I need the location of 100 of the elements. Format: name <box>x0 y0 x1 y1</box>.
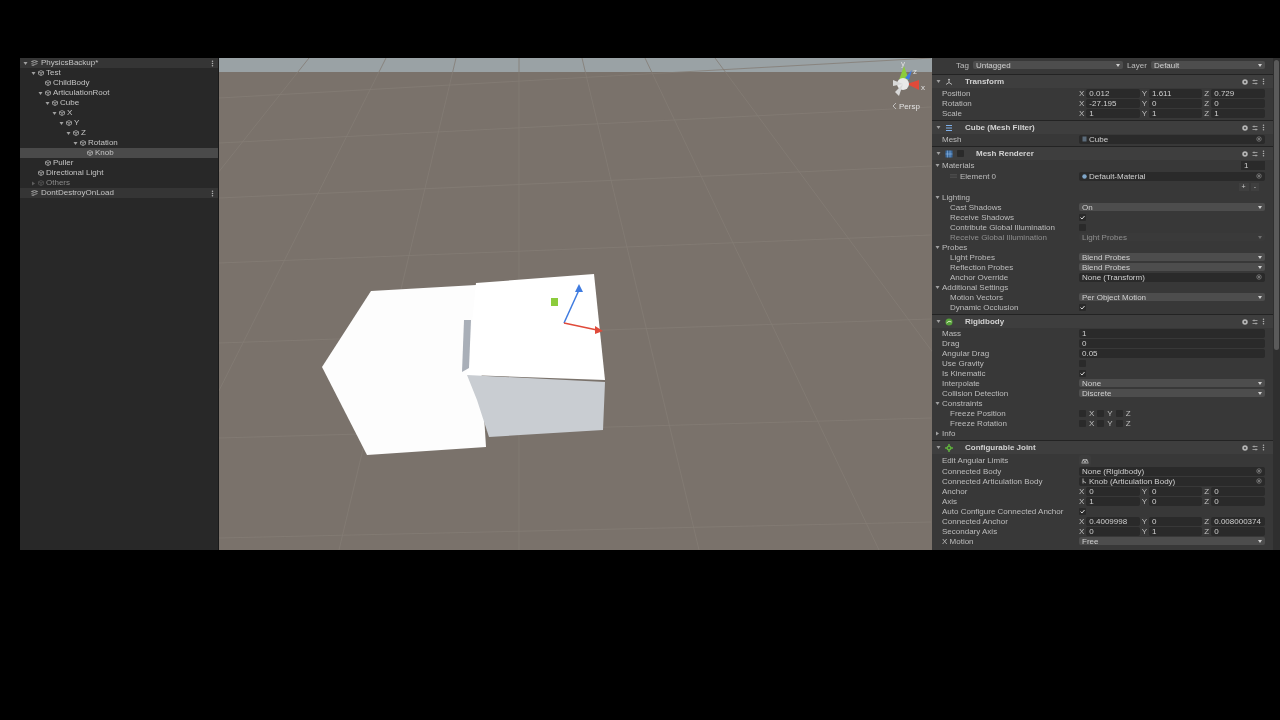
number-field[interactable]: 0 <box>1086 486 1140 496</box>
sliders-icon[interactable] <box>1252 78 1258 85</box>
hierarchy-item[interactable]: ChildBody <box>20 78 218 88</box>
component-header[interactable]: Configurable Joint <box>932 440 1273 454</box>
number-field[interactable]: 1 <box>1211 108 1265 118</box>
sliders-icon[interactable] <box>1252 318 1258 325</box>
dropdown[interactable]: None <box>1079 379 1265 387</box>
number-field[interactable]: 0.4009998 <box>1086 516 1140 526</box>
caret-icon[interactable] <box>936 445 941 450</box>
dropdown[interactable]: Default <box>1150 61 1265 69</box>
number-field[interactable]: 1 <box>1079 328 1265 338</box>
orientation-gizmo-icon[interactable] <box>893 66 919 96</box>
number-field[interactable]: 0 <box>1211 98 1265 108</box>
caret-icon[interactable] <box>936 79 941 84</box>
object-picker-icon[interactable] <box>1256 136 1262 142</box>
sliders-icon[interactable] <box>1252 150 1258 157</box>
hierarchy-item[interactable]: X <box>20 108 218 118</box>
number-field[interactable]: -27.195 <box>1086 98 1140 108</box>
sliders-icon[interactable] <box>1252 444 1258 451</box>
menu-icon[interactable] <box>1262 444 1265 451</box>
number-field[interactable]: 1 <box>1149 108 1203 118</box>
caret-icon[interactable] <box>936 319 941 324</box>
hierarchy-item[interactable]: Rotation <box>20 138 218 148</box>
menu-icon[interactable] <box>1262 150 1265 157</box>
checkbox[interactable] <box>1079 369 1086 377</box>
section-foldout[interactable]: Materials <box>932 160 1079 170</box>
number-field[interactable]: 1 <box>1149 526 1203 536</box>
hierarchy-item[interactable]: ArticulationRoot <box>20 88 218 98</box>
hierarchy-item[interactable]: Y <box>20 118 218 128</box>
number-field[interactable]: 0 <box>1149 98 1203 108</box>
section-foldout[interactable]: Probes <box>932 242 1079 252</box>
number-field[interactable]: 0 <box>1149 516 1203 526</box>
scrollbar[interactable] <box>1273 58 1280 550</box>
caret-icon[interactable] <box>936 151 941 156</box>
number-field[interactable]: 0.729 <box>1211 88 1265 98</box>
caret-icon[interactable] <box>935 430 940 436</box>
number-field[interactable]: 1 <box>1086 496 1140 506</box>
axis-label: Y <box>1107 418 1113 428</box>
edit-limits-button[interactable] <box>1079 454 1091 466</box>
section-foldout[interactable]: Lighting <box>932 192 1079 202</box>
hierarchy-item[interactable]: Puller <box>20 158 218 168</box>
dropdown[interactable]: Per Object Motion <box>1079 293 1265 301</box>
hierarchy-item[interactable]: Z <box>20 128 218 138</box>
object-field[interactable]: None (Transform) <box>1079 272 1265 282</box>
section-foldout[interactable]: Constraints <box>932 398 1079 408</box>
sliders-icon[interactable] <box>1252 124 1258 131</box>
menu-icon[interactable] <box>1262 318 1265 325</box>
object-field[interactable]: Knob (Articulation Body) <box>1079 476 1265 486</box>
dropdown[interactable]: Untagged <box>972 61 1123 69</box>
object-field[interactable]: Default-Material <box>1079 171 1265 181</box>
view-mode-label[interactable]: Persp <box>899 102 920 111</box>
number-field[interactable]: 0.008000374 <box>1211 516 1265 526</box>
dropdown[interactable]: On <box>1079 203 1265 211</box>
section-foldout[interactable]: Info <box>932 428 1079 438</box>
number-field[interactable]: 0 <box>1211 496 1265 506</box>
number-field[interactable]: 0 <box>1149 486 1203 496</box>
component-header[interactable]: Mesh Renderer <box>932 146 1273 160</box>
component-header[interactable]: Rigidbody <box>932 314 1273 328</box>
caret-icon[interactable] <box>936 125 941 130</box>
number-field[interactable]: 0 <box>1211 486 1265 496</box>
object-field[interactable]: None (Rigidbody) <box>1079 466 1265 476</box>
menu-icon[interactable] <box>211 59 214 67</box>
hierarchy-item[interactable]: Cube <box>20 98 218 108</box>
hierarchy-item[interactable]: Test <box>20 68 218 78</box>
number-field[interactable]: 0 <box>1149 496 1203 506</box>
number-field[interactable]: 0.012 <box>1086 88 1140 98</box>
scene-header[interactable]: PhysicsBackup* <box>20 58 218 68</box>
number-field[interactable]: 0 <box>1086 526 1140 536</box>
number-field[interactable]: 1.611 <box>1149 88 1203 98</box>
checkbox[interactable] <box>1079 303 1086 311</box>
field-label: Light Probes <box>950 252 995 262</box>
menu-icon[interactable] <box>1262 124 1265 131</box>
section-foldout[interactable]: Additional Settings <box>932 282 1079 292</box>
checkbox[interactable] <box>1079 507 1086 515</box>
cube-icon <box>87 150 93 156</box>
dropdown[interactable]: Blend Probes <box>1079 263 1265 271</box>
number-field[interactable]: 0 <box>1211 526 1265 536</box>
dropdown[interactable]: Discrete <box>1079 389 1265 397</box>
hierarchy-item[interactable]: Directional Light <box>20 168 218 178</box>
checkbox[interactable] <box>1079 213 1086 221</box>
caret-icon[interactable] <box>935 244 940 250</box>
component-header[interactable]: Cube (Mesh Filter) <box>932 120 1273 134</box>
caret-icon[interactable] <box>935 284 940 290</box>
scene-header[interactable]: DontDestroyOnLoad <box>20 188 218 198</box>
dropdown[interactable]: Blend Probes <box>1079 253 1265 261</box>
number-field[interactable]: 0.05 <box>1079 348 1265 358</box>
menu-icon[interactable] <box>1262 78 1265 85</box>
component-header[interactable]: Transform <box>932 74 1273 88</box>
menu-icon[interactable] <box>211 189 214 197</box>
caret-icon[interactable] <box>935 400 940 406</box>
caret-icon[interactable] <box>935 194 940 200</box>
object-picker-icon[interactable] <box>1256 274 1262 280</box>
number-field[interactable]: 0 <box>1079 338 1265 348</box>
number-field[interactable]: 1 <box>1086 108 1140 118</box>
hierarchy-item[interactable]: Knob <box>20 148 218 158</box>
dropdown[interactable]: Free <box>1079 537 1265 545</box>
move-gizmo-icon[interactable] <box>551 284 603 334</box>
object-picker-icon[interactable] <box>1256 173 1262 179</box>
count-field[interactable]: 1 <box>1241 160 1265 170</box>
object-field[interactable]: Cube <box>1079 134 1265 144</box>
